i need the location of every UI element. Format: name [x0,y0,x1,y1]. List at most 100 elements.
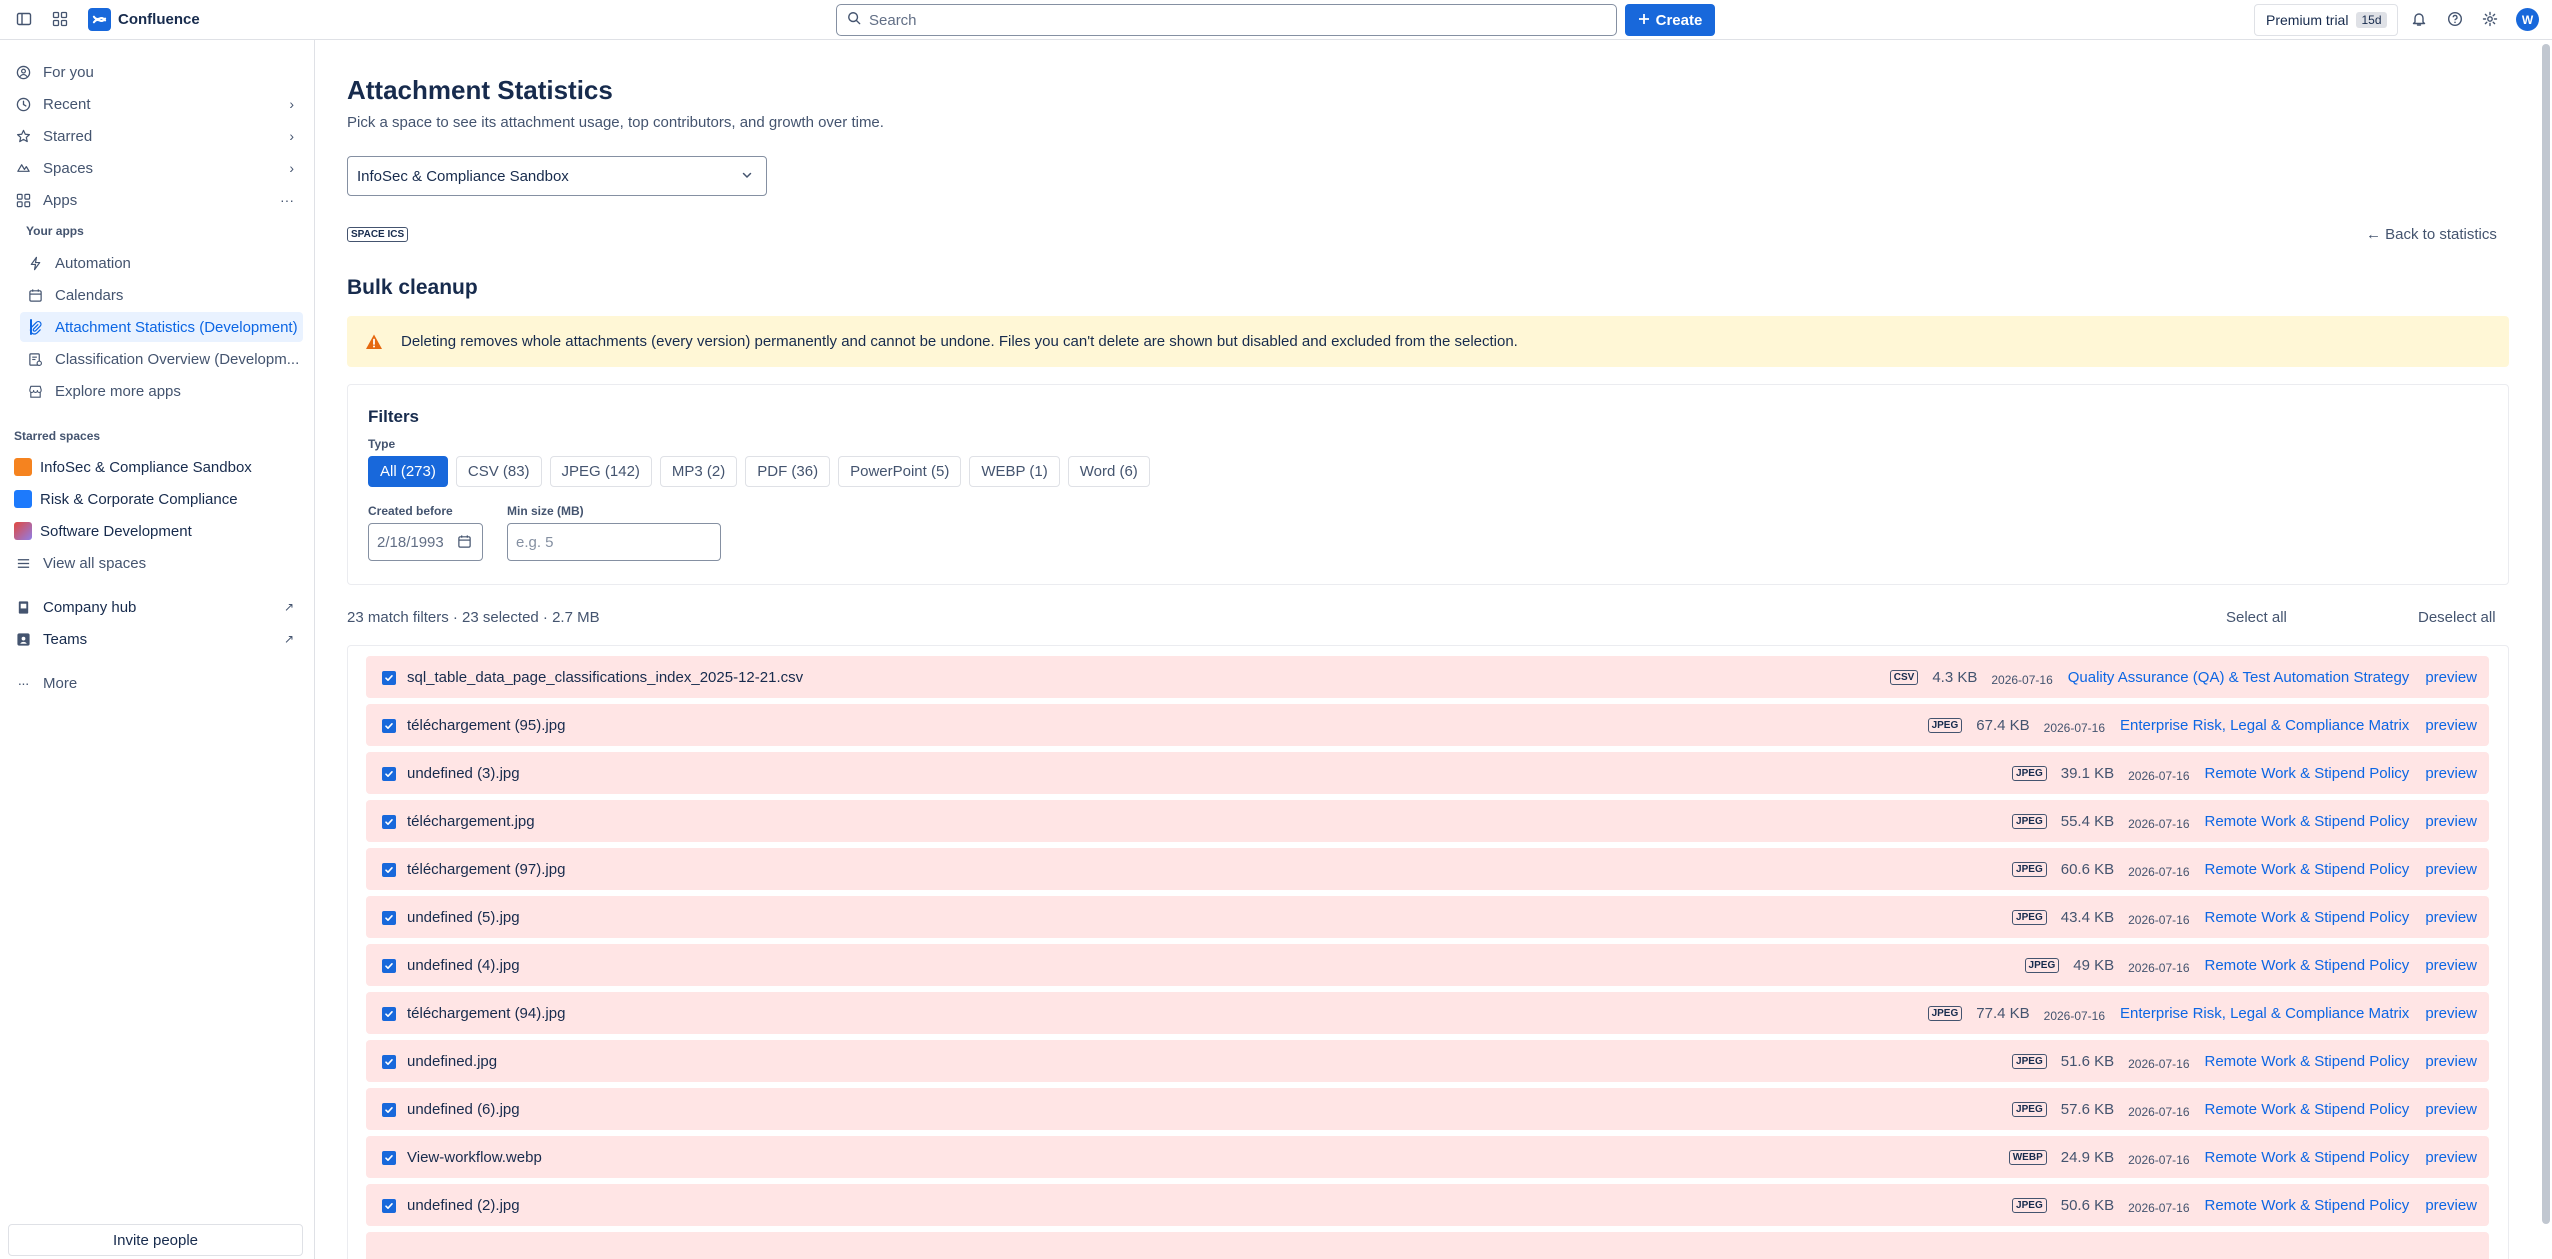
sidebar-item-calendars[interactable]: Calendars [20,280,303,310]
parent-page-link[interactable]: Quality Assurance (QA) & Test Automation… [2068,669,2410,686]
row-checkbox[interactable] [382,1055,396,1069]
sidebar-item-explore-apps[interactable]: Explore more apps [20,376,303,406]
sidebar-item-recent[interactable]: Recent › [8,89,304,119]
page-scrollbar[interactable] [2542,40,2550,1259]
attachment-row[interactable]: téléchargement (97).jpg JPEG 60.6 KB 2026-0… [366,848,2489,890]
row-checkbox[interactable] [382,911,396,925]
attachment-row[interactable]: téléchargement (95).jpg JPEG 67.4 KB 2026-0… [366,704,2489,746]
sidebar-toggle-icon[interactable] [13,8,35,30]
user-avatar[interactable]: W [2516,8,2539,31]
row-checkbox[interactable] [382,1007,396,1021]
brand-name[interactable]: Confluence [118,11,200,28]
select-all-button[interactable]: Select all [2226,609,2287,626]
row-checkbox[interactable] [382,671,396,685]
preview-link[interactable]: preview [2425,765,2477,782]
premium-trial-button[interactable]: Premium trial 15d [2254,4,2398,36]
app-switcher-icon[interactable] [49,8,71,30]
sidebar-item-for-you[interactable]: For you [8,57,304,87]
row-checkbox[interactable] [382,815,396,829]
sidebar-item-automation[interactable]: Automation [20,248,303,278]
type-chip-mp3[interactable]: MP3 (2) [659,456,738,487]
created-before-field[interactable]: 2/18/1993 [368,523,483,561]
parent-page-link[interactable]: Remote Work & Stipend Policy [2205,1197,2410,1214]
parent-page-link[interactable]: Enterprise Risk, Legal & Compliance Matr… [2120,1005,2409,1022]
parent-page-link[interactable]: Remote Work & Stipend Policy [2205,957,2410,974]
more-options-icon[interactable]: ··· [280,192,294,208]
sidebar-space-infosec[interactable]: InfoSec & Compliance Sandbox [8,452,304,482]
sidebar-more[interactable]: ··· More [8,668,304,698]
row-checkbox[interactable] [382,1199,396,1213]
sidebar-teams[interactable]: Teams ↗ [8,624,304,654]
type-chip-powerpoint[interactable]: PowerPoint (5) [838,456,962,487]
sidebar-item-attachment-statistics[interactable]: Attachment Statistics (Development) [20,312,303,342]
sidebar-item-starred[interactable]: Starred › [8,121,304,151]
parent-page-link[interactable]: Remote Work & Stipend Policy [2205,909,2410,926]
confluence-logo[interactable] [88,8,111,31]
attachment-row[interactable]: sql_table_data_page_classifications_inde… [366,656,2489,698]
type-chip-all[interactable]: All (273) [368,456,448,487]
preview-link[interactable]: preview [2425,957,2477,974]
parent-page-link[interactable]: Remote Work & Stipend Policy [2205,1101,2410,1118]
row-checkbox[interactable] [382,1103,396,1117]
space-select-dropdown[interactable]: InfoSec & Compliance Sandbox [347,156,767,196]
sidebar-item-classification-overview[interactable]: Classification Overview (Developm... [20,344,303,374]
row-checkbox[interactable] [382,1151,396,1165]
parent-page-link[interactable]: Remote Work & Stipend Policy [2205,1149,2410,1166]
type-chip-webp[interactable]: WEBP (1) [969,456,1060,487]
type-chip-pdf[interactable]: PDF (36) [745,456,831,487]
preview-link[interactable]: preview [2425,1005,2477,1022]
attachment-row[interactable]: undefined (2).jpg JPEG 50.6 KB 2026-07-16 Re… [366,1184,2489,1226]
min-size-input[interactable] [508,524,720,560]
min-size-field[interactable] [507,523,721,561]
parent-page-link[interactable]: Remote Work & Stipend Policy [2205,765,2410,782]
type-chip-jpeg[interactable]: JPEG (142) [549,456,652,487]
row-checkbox[interactable] [382,719,396,733]
parent-page-link[interactable]: Remote Work & Stipend Policy [2205,861,2410,878]
attachment-row[interactable]: téléchargement.jpg JPEG 55.4 KB 2026-07-16 R… [366,800,2489,842]
attachment-row[interactable]: undefined (4).jpg JPEG 49 KB 2026-07-16 Remo… [366,944,2489,986]
preview-link[interactable]: preview [2425,1101,2477,1118]
attachment-row[interactable]: undefined (6).jpg JPEG 57.6 KB 2026-07-16 Re… [366,1088,2489,1130]
help-icon[interactable] [2444,8,2466,30]
attachment-row[interactable]: undefined.jpg JPEG 51.6 KB 2026-07-16 Remote… [366,1040,2489,1082]
preview-link[interactable]: preview [2425,1149,2477,1166]
preview-link[interactable]: preview [2425,669,2477,686]
sidebar-item-spaces[interactable]: Spaces › [8,153,304,183]
sidebar-space-risk[interactable]: Risk & Corporate Compliance [8,484,304,514]
notifications-bell-icon[interactable] [2408,8,2430,30]
search-input[interactable] [869,11,1569,29]
type-chip-csv[interactable]: CSV (83) [455,456,542,487]
settings-gear-icon[interactable] [2479,8,2501,30]
type-chip-word[interactable]: Word (6) [1067,456,1150,487]
preview-link[interactable]: preview [2425,909,2477,926]
parent-page-link[interactable]: Enterprise Risk, Legal & Compliance Matr… [2120,717,2409,734]
attachment-row[interactable]: undefined (3).jpg JPEG 39.1 KB 2026-07-16 Re… [366,752,2489,794]
space-key-tag: SPACE ICS [347,227,409,242]
attachment-row[interactable]: undefined (5).jpg JPEG 43.4 KB 2026-07-16 Re… [366,896,2489,938]
attachment-row[interactable]: téléchargement (94).jpg JPEG 77.4 KB 2026-0… [366,992,2489,1034]
preview-link[interactable]: preview [2425,813,2477,830]
parent-page-link[interactable]: Remote Work & Stipend Policy [2205,813,2410,830]
preview-link[interactable]: preview [2425,861,2477,878]
invite-people-button[interactable]: Invite people [8,1224,303,1256]
row-checkbox[interactable] [382,767,396,781]
attachment-row[interactable]: View-workflow.webp WEBP 24.9 KB 2026-07-16 R… [366,1136,2489,1178]
sidebar-space-software[interactable]: Software Development [8,516,304,546]
scrollbar-thumb[interactable] [2542,44,2550,1224]
back-to-statistics-link[interactable]: ← Back to statistics [2366,226,2497,243]
deselect-all-button[interactable]: Deselect all [2418,609,2496,626]
preview-link[interactable]: preview [2425,717,2477,734]
preview-link[interactable]: preview [2425,1053,2477,1070]
sidebar-item-apps[interactable]: Apps ··· [8,185,304,215]
calendar-icon[interactable] [457,534,472,553]
attachment-row-partial[interactable] [366,1232,2489,1259]
parent-page-link[interactable]: Remote Work & Stipend Policy [2205,1053,2410,1070]
sidebar-company-hub[interactable]: Company hub ↗ [8,592,304,622]
search-box[interactable] [836,4,1617,36]
row-checkbox[interactable] [382,959,396,973]
create-button[interactable]: Create [1625,4,1715,36]
preview-link[interactable]: preview [2425,1197,2477,1214]
file-size: 49 KB [2073,956,2115,974]
row-checkbox[interactable] [382,863,396,877]
sidebar-view-all-spaces[interactable]: View all spaces [8,548,304,578]
